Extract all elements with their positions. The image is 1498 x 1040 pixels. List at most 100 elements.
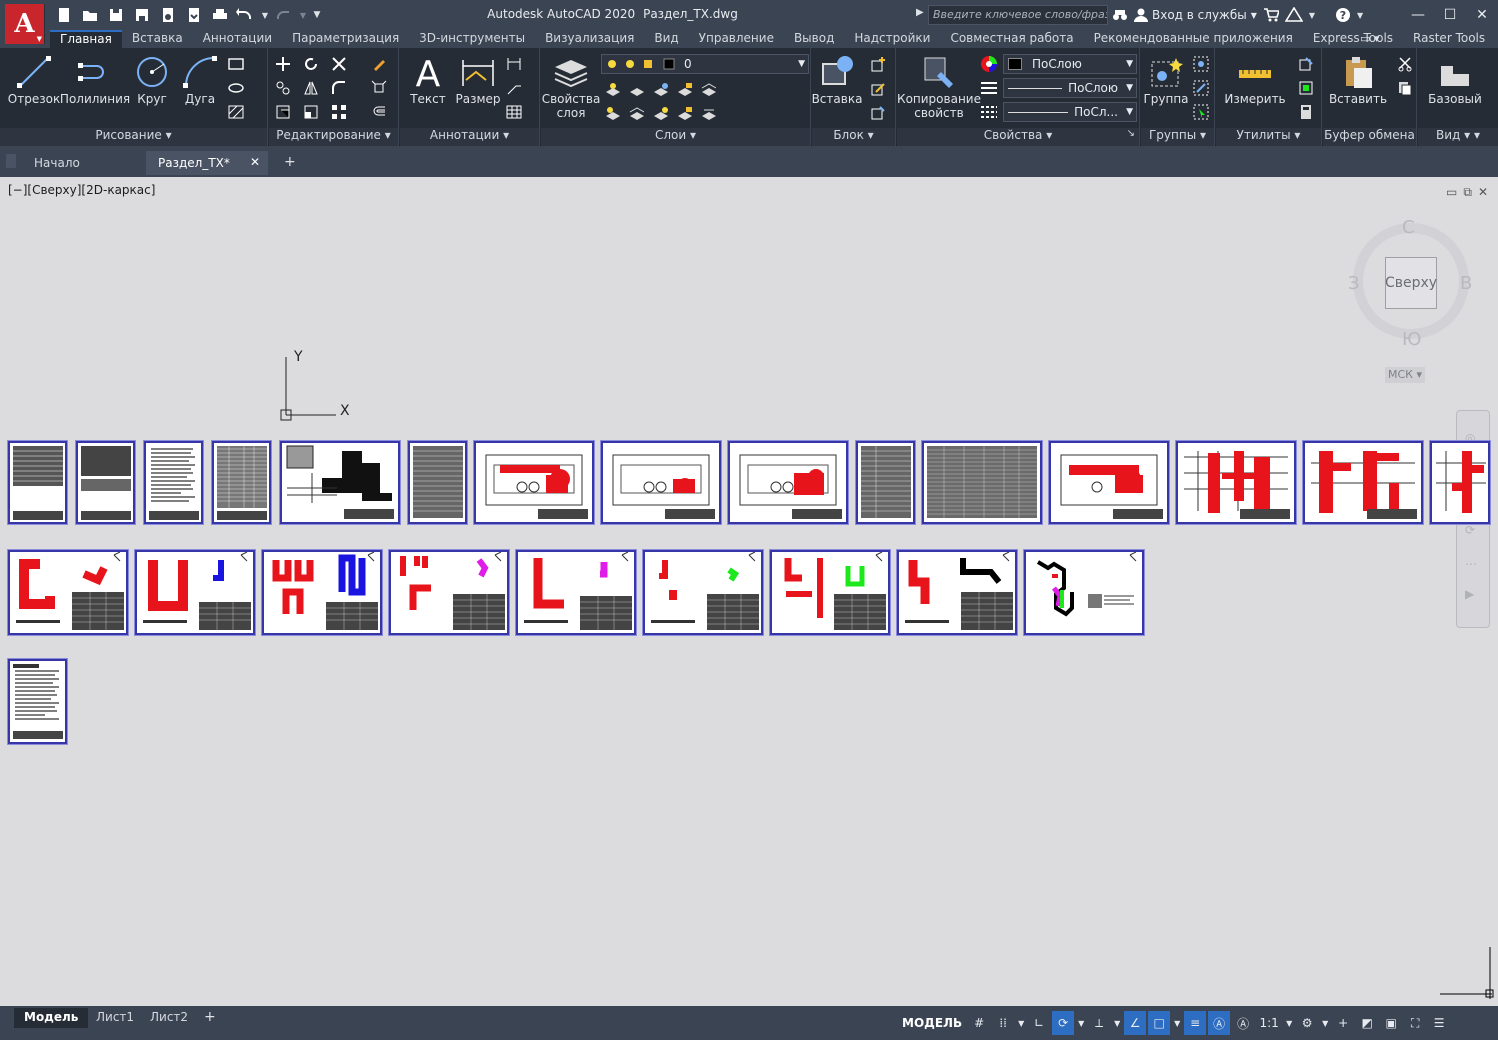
drawing-sheet-section-2[interactable]	[601, 441, 721, 524]
layer-dropdown[interactable]: 0 ▼	[601, 54, 809, 74]
layer-merge-icon[interactable]	[699, 104, 719, 124]
arc-button[interactable]: Дуга	[178, 52, 222, 106]
edit-block-icon[interactable]	[868, 78, 888, 98]
drawing-sheet-spec-1[interactable]	[212, 441, 271, 524]
tab-ribbon-12[interactable]: Express Tools	[1303, 30, 1403, 48]
line-button[interactable]: Отрезок	[6, 52, 62, 106]
drawing-sheet-scheme-1[interactable]	[1176, 441, 1296, 524]
workspace-gear-icon[interactable]: ⚙	[1296, 1011, 1318, 1035]
insert-block-button[interactable]: Вставка	[812, 52, 862, 106]
help-icon[interactable]: ?	[1335, 7, 1351, 23]
cut-icon[interactable]	[1395, 54, 1415, 74]
layer-isolate-icon[interactable]	[627, 80, 647, 100]
isodraft-icon[interactable]: ⟂	[1088, 1011, 1110, 1035]
viewport-restore-icon[interactable]: ⧉	[1463, 185, 1472, 200]
measure-button[interactable]: Измерить	[1220, 52, 1290, 106]
file-tab-menu-icon[interactable]	[6, 154, 16, 168]
layout-tab-1[interactable]: Лист1	[86, 1008, 144, 1028]
tab-ribbon-1[interactable]: Вставка	[122, 30, 193, 48]
tab-ribbon-8[interactable]: Вывод	[784, 30, 844, 48]
annotation-scale[interactable]: 1:1	[1256, 1011, 1282, 1035]
drawing-sheet-iso-6[interactable]	[643, 550, 763, 635]
drawing-sheet-axon[interactable]	[1024, 550, 1144, 635]
explode-icon[interactable]	[369, 78, 389, 98]
application-menu-button[interactable]: A ▼	[5, 4, 45, 44]
trim-icon[interactable]	[329, 54, 349, 74]
annotation-visibility-icon[interactable]: Ⓐ	[1208, 1011, 1231, 1035]
quick-select-icon[interactable]	[1296, 54, 1316, 74]
paste-button[interactable]: Вставить	[1327, 52, 1389, 106]
isodraft-dropdown-icon[interactable]: ▼	[1112, 1011, 1122, 1035]
drawing-sheet-general[interactable]	[76, 441, 135, 524]
lineweight-icon[interactable]	[979, 78, 999, 98]
drawing-sheet-notes[interactable]	[144, 441, 203, 524]
move-icon[interactable]	[273, 54, 293, 74]
linetype-dropdown[interactable]: ПоСл... ▼	[1003, 102, 1137, 122]
drawing-sheet-section-4[interactable]	[1049, 441, 1169, 524]
lineweight-toggle-icon[interactable]: ≡	[1184, 1011, 1207, 1035]
binoculars-icon[interactable]	[1112, 7, 1128, 23]
lineweight-dropdown[interactable]: ПоСлою ▼	[1003, 78, 1137, 98]
linetype-icon[interactable]	[979, 102, 999, 122]
drawing-sheet-section-1[interactable]	[474, 441, 594, 524]
tab-ribbon-6[interactable]: Вид	[644, 30, 688, 48]
panel-utilities-title[interactable]: Утилиты ▾	[1216, 128, 1321, 146]
drawing-sheet-scheme-3[interactable]	[1430, 441, 1490, 524]
showmotion-icon[interactable]: ▶	[1465, 587, 1474, 601]
drawing-sheet-spec-3[interactable]	[856, 441, 915, 524]
layout-tab-0[interactable]: Модель	[14, 1008, 89, 1028]
orbit-icon[interactable]: ⟳	[1465, 523, 1475, 537]
clean-screen-icon[interactable]: ⛶	[1404, 1011, 1426, 1035]
base-view-button[interactable]: Базовый	[1424, 52, 1486, 106]
calculator-icon[interactable]	[1296, 102, 1316, 122]
polyline-button[interactable]: Полилиния	[60, 52, 130, 106]
tab-ribbon-3[interactable]: Параметризация	[282, 30, 409, 48]
tab-ribbon-9[interactable]: Надстройки	[844, 30, 940, 48]
edit-attributes-icon[interactable]	[868, 102, 888, 122]
drawing-sheet-scheme-2[interactable]	[1303, 441, 1423, 524]
tab-drawing[interactable]: Раздел_ТХ* ✕	[146, 151, 268, 175]
tab-ribbon-11[interactable]: Рекомендованные приложения	[1084, 30, 1303, 48]
object-snap-icon[interactable]: □	[1148, 1011, 1171, 1035]
drawing-sheet-title[interactable]	[8, 441, 67, 524]
a360-dropdown-icon[interactable]: ▼	[1309, 11, 1315, 20]
match-properties-button[interactable]: Копирование свойств	[897, 52, 981, 120]
tab-ribbon-7[interactable]: Управление	[689, 30, 784, 48]
viewport-controls-label[interactable]: [−][Сверху][2D-каркас]	[8, 183, 155, 197]
panel-properties-title[interactable]: Свойства ▾ ↘	[897, 128, 1139, 146]
tab-ribbon-13[interactable]: Raster Tools	[1403, 30, 1495, 48]
panel-layers-title[interactable]: Слои ▾	[541, 128, 810, 146]
erase-icon[interactable]	[369, 54, 389, 74]
offset-icon[interactable]	[369, 102, 389, 122]
polar-dropdown-icon[interactable]: ▼	[1076, 1011, 1086, 1035]
panel-draw-title[interactable]: Рисование ▾	[0, 128, 267, 146]
grid-icon[interactable]: #	[968, 1011, 990, 1035]
select-all-icon[interactable]	[1296, 78, 1316, 98]
maximize-icon[interactable]: ☐	[1434, 0, 1466, 30]
tab-ribbon-2[interactable]: Аннотации	[193, 30, 282, 48]
tab-ribbon-0[interactable]: Главная	[50, 30, 122, 48]
dimension-button[interactable]: Размер	[454, 52, 502, 106]
rectangle-icon[interactable]	[226, 54, 246, 74]
make-current-icon[interactable]	[603, 104, 623, 124]
close-icon[interactable]: ✕	[1466, 0, 1498, 30]
drawing-sheet-spec-2[interactable]	[408, 441, 467, 524]
drawing-sheet-iso-7[interactable]	[770, 550, 890, 635]
compass-west[interactable]: З	[1348, 273, 1360, 294]
annotation-monitor-icon[interactable]: +	[1332, 1011, 1354, 1035]
customization-menu-icon[interactable]: ☰	[1428, 1011, 1450, 1035]
search-input[interactable]: Введите ключевое слово/фразу	[928, 5, 1108, 25]
color-dropdown[interactable]: ПоСлою ▼	[1003, 54, 1137, 74]
leader-icon[interactable]	[504, 78, 524, 98]
tab-close-icon[interactable]: ✕	[250, 155, 260, 169]
stretch-icon[interactable]	[273, 102, 293, 122]
hatch-icon[interactable]	[226, 102, 246, 122]
drawing-sheet-iso-1[interactable]	[8, 550, 128, 635]
layer-off-icon[interactable]	[603, 80, 623, 100]
compass-east[interactable]: В	[1460, 273, 1472, 294]
snap-dropdown-icon[interactable]: ▼	[1016, 1011, 1026, 1035]
panel-block-title[interactable]: Блок ▾	[812, 128, 895, 146]
viewport-minimize-icon[interactable]: ▭	[1446, 185, 1457, 200]
tab-ribbon-10[interactable]: Совместная работа	[940, 30, 1083, 48]
new-layout-icon[interactable]: +	[204, 1009, 216, 1025]
